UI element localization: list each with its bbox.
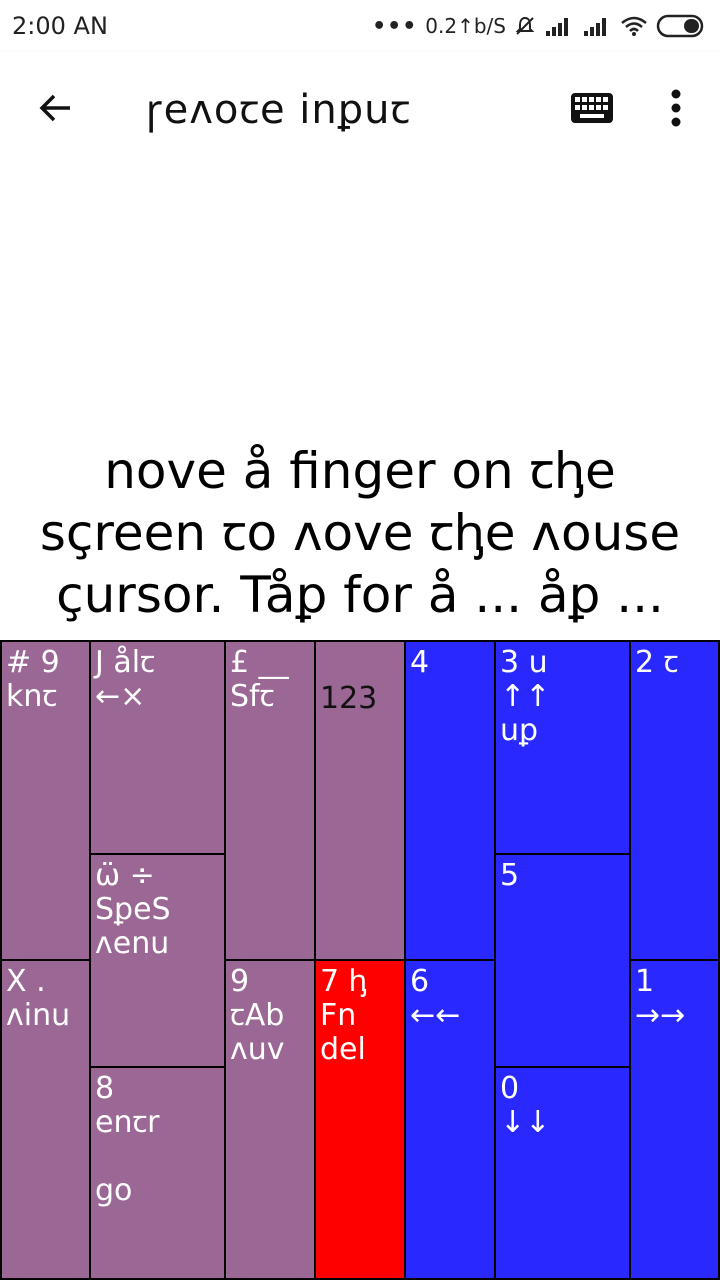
status-bar: 2:00 AN ••• 0.2↑b/S bbox=[0, 0, 720, 52]
more-options-button[interactable] bbox=[656, 80, 696, 136]
battery-icon bbox=[656, 13, 706, 39]
status-icons: ••• 0.2↑b/S bbox=[372, 10, 706, 42]
key-up[interactable]: 3 u ↑↑ uꝑ bbox=[494, 640, 631, 855]
key-2[interactable]: 2 ꞇ bbox=[629, 640, 720, 961]
touchpad-instruction: nove å finger on ꞇꞕe sçreen ꞇo ʌove ꞇꞕe … bbox=[39, 442, 681, 624]
back-button[interactable] bbox=[28, 80, 84, 136]
touchpad-area[interactable]: nove å finger on ꞇꞕe sçreen ꞇo ʌove ꞇꞕe … bbox=[0, 162, 720, 640]
page-title: ꞅeʌoꞇe inꝑuꞇ bbox=[146, 87, 412, 133]
key-123[interactable]: 123 bbox=[314, 640, 406, 961]
key-minu[interactable]: X . ʌinu bbox=[0, 959, 91, 1280]
remote-keypad: # 9 knꞇ J ålꞇ ←× £ __ Sfꞇ 123 4 3 u ↑↑ u… bbox=[0, 640, 720, 1280]
key-alt[interactable]: J ålꞇ ←× bbox=[89, 640, 226, 855]
keyboard-icon bbox=[571, 93, 613, 123]
key-left[interactable]: 6 ←← bbox=[404, 959, 496, 1280]
more-vertical-icon bbox=[671, 89, 681, 127]
wifi-icon bbox=[620, 15, 648, 37]
key-enter[interactable]: 8 enꞇr go bbox=[89, 1066, 226, 1280]
key-4[interactable]: 4 bbox=[404, 640, 496, 961]
key-knt[interactable]: # 9 knꞇ bbox=[0, 640, 91, 961]
bell-muted-icon bbox=[514, 15, 536, 37]
key-down[interactable]: 0 ↓↓ bbox=[494, 1066, 631, 1280]
key-5[interactable]: 5 bbox=[494, 853, 631, 1068]
notification-dots: ••• bbox=[372, 13, 418, 39]
network-speed: 0.2↑b/S bbox=[425, 14, 506, 38]
key-shift[interactable]: £ __ Sfꞇ bbox=[224, 640, 316, 961]
signal-icon bbox=[544, 15, 574, 37]
arrow-left-icon bbox=[39, 94, 70, 122]
signal-icon-2 bbox=[582, 15, 612, 37]
key-tab[interactable]: 9 ꞇAb ʌuv bbox=[224, 959, 316, 1280]
key-fn-del[interactable]: 7 ꞕ Fn del bbox=[314, 959, 406, 1280]
keyboard-button[interactable] bbox=[566, 86, 618, 130]
app-bar: ꞅeʌoꞇe inꝑuꞇ bbox=[0, 52, 720, 162]
key-right[interactable]: 1 →→ bbox=[629, 959, 720, 1280]
status-time: 2:00 AN bbox=[12, 12, 108, 40]
key-menu[interactable]: ω̈ ÷ SꝑeS ʌenu bbox=[89, 853, 226, 1068]
